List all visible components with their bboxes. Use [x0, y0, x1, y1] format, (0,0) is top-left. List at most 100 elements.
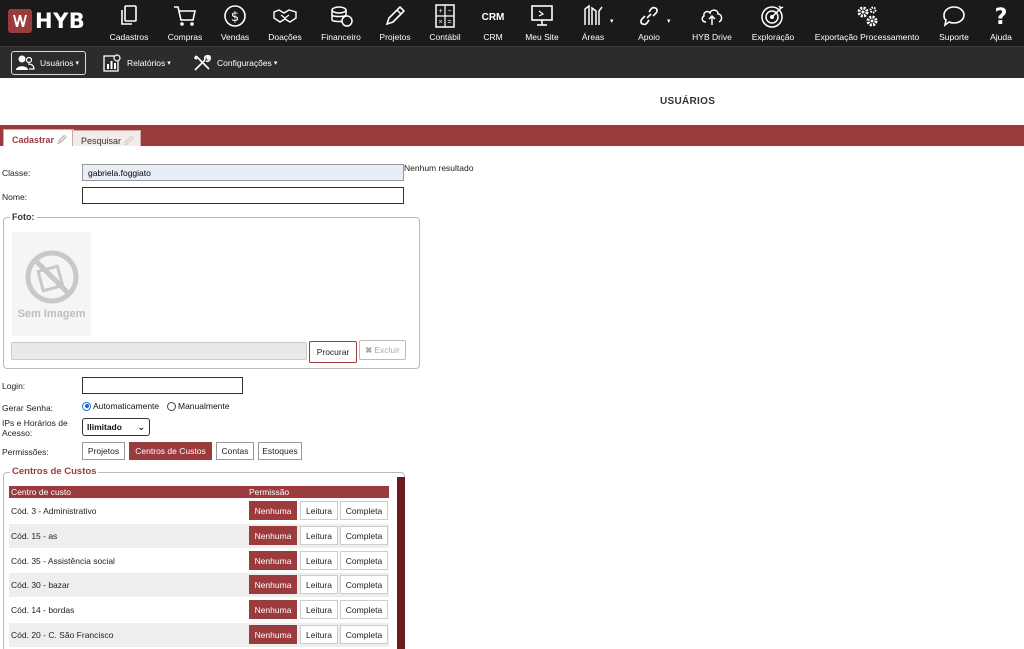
procurar-button[interactable]: Procurar: [309, 341, 357, 363]
login-input[interactable]: [82, 377, 243, 394]
page-title: USUÁRIOS: [660, 96, 716, 107]
svg-text:+: +: [438, 8, 442, 15]
tab-cadastrar[interactable]: Cadastrar 🖉: [3, 129, 74, 146]
no-image-icon: [25, 250, 79, 304]
perm-leitura-button[interactable]: Leitura: [300, 501, 338, 520]
perm-nenhuma-button[interactable]: Nenhuma: [249, 600, 297, 619]
cloud-upload-icon: [701, 9, 723, 25]
perm-leitura-button[interactable]: Leitura: [300, 625, 338, 644]
caret-down-icon: ▾: [167, 60, 171, 67]
users-icon: [16, 55, 35, 70]
foto-legend: Foto:: [10, 212, 37, 222]
svg-text:×: ×: [438, 19, 442, 26]
gerar-manual-radio[interactable]: [167, 401, 176, 411]
logo-text: HYB: [35, 9, 86, 33]
subnav-usuarios[interactable]: Usuários ▾: [11, 51, 87, 75]
table-row: Cód. 35 - Assistência social Nenhuma Lei…: [9, 549, 389, 573]
no-image-text: Sem Imagem: [17, 308, 86, 320]
svg-text:$: $: [231, 10, 239, 25]
hyb-logo-icon: [8, 9, 32, 33]
nav-crm[interactable]: CRM CRM: [476, 0, 510, 46]
pin-icon: 🖉: [124, 136, 134, 146]
nav-suporte[interactable]: Suporte: [936, 0, 972, 46]
copy-icon: [121, 5, 137, 25]
perm-completa-button[interactable]: Completa: [340, 625, 388, 644]
perm-nenhuma-button[interactable]: Nenhuma: [249, 575, 297, 594]
top-navbar: HYB Cadastros Compras $ Vendas Doações F…: [0, 0, 1024, 46]
nav-hyb-drive[interactable]: HYB Drive: [688, 0, 736, 46]
perm-nenhuma-button[interactable]: Nenhuma: [249, 551, 297, 570]
handshake-icon: [273, 9, 297, 23]
svg-text:?: ?: [995, 5, 1008, 29]
nav-meu-site[interactable]: Meu Site: [522, 0, 562, 46]
perm-leitura-button[interactable]: Leitura: [300, 551, 338, 570]
perm-completa-button[interactable]: Completa: [340, 600, 388, 619]
nav-compras[interactable]: Compras: [166, 0, 204, 46]
target-icon: [761, 5, 784, 28]
perm-completa-button[interactable]: Completa: [340, 526, 388, 545]
photo-placeholder: Sem Imagem: [12, 232, 91, 336]
file-path-field[interactable]: [11, 342, 307, 360]
cart-icon: [174, 6, 196, 26]
nav-contabil[interactable]: + − × = Contábil: [426, 0, 464, 46]
perm-leitura-button[interactable]: Leitura: [300, 575, 338, 594]
nav-ajuda[interactable]: ? Ajuda: [984, 0, 1018, 46]
calculator-icon: + −× =: [435, 4, 455, 28]
perm-completa-button[interactable]: Completa: [340, 575, 388, 594]
link-icon: [640, 6, 658, 26]
perm-tab-centros-de-custos[interactable]: Centros de Custos: [129, 442, 212, 460]
centros-scrollbar[interactable]: [397, 477, 405, 649]
table-row: Cód. 15 - as Nenhuma Leitura Completa: [9, 524, 389, 548]
report-icon: [103, 54, 121, 72]
perm-nenhuma-button[interactable]: Nenhuma: [249, 526, 297, 545]
sub-navbar: Usuários ▾ Relatórios ▾ Configurações ▾: [0, 46, 1024, 78]
classe-input[interactable]: [82, 164, 404, 181]
pencil-icon: [385, 5, 406, 26]
excluir-button[interactable]: ✖ Excluir: [359, 340, 406, 360]
classe-label: Classe:: [2, 168, 31, 178]
col-centro-header: Centro de custo: [11, 487, 72, 497]
chevron-down-icon: ⌄: [137, 421, 145, 432]
perm-leitura-button[interactable]: Leitura: [300, 600, 338, 619]
perm-nenhuma-button[interactable]: Nenhuma: [249, 501, 297, 520]
subnav-configuracoes[interactable]: Configurações ▾: [192, 51, 277, 75]
gerar-manual-option[interactable]: Manualmente: [167, 401, 230, 411]
nav-doacoes[interactable]: Doações: [266, 0, 304, 46]
pin-icon: 🖉: [57, 135, 67, 145]
ips-label: IPs e Horários de Acesso:: [2, 418, 68, 438]
perm-tab-projetos[interactable]: Projetos: [82, 442, 125, 460]
tools-icon: [193, 54, 211, 71]
perm-tab-estoques[interactable]: Estoques: [258, 442, 302, 460]
caret-down-icon: ▾: [273, 60, 278, 67]
perm-tab-contas[interactable]: Contas: [216, 442, 254, 460]
perm-completa-button[interactable]: Completa: [340, 551, 388, 570]
perm-completa-button[interactable]: Completa: [340, 501, 388, 520]
nav-cadastros[interactable]: Cadastros: [108, 0, 150, 46]
areas-icon: [584, 4, 603, 25]
perm-leitura-button[interactable]: Leitura: [300, 526, 338, 545]
nome-input[interactable]: [82, 187, 404, 204]
nav-areas[interactable]: Áreas: [576, 0, 610, 46]
table-row: Cód. 20 - C. São Francisco Nenhuma Leitu…: [9, 623, 389, 647]
svg-text:CRM: CRM: [482, 12, 505, 23]
caret-down-icon: ▾: [75, 60, 80, 67]
gerar-senha-label: Gerar Senha:: [2, 403, 54, 413]
gerar-auto-option[interactable]: Automaticamente: [82, 401, 159, 411]
hyb-logo[interactable]: HYB: [8, 9, 85, 33]
nav-apoio[interactable]: Apoio: [632, 0, 666, 46]
nav-projetos[interactable]: Projetos: [376, 0, 414, 46]
permissoes-label: Permissões:: [2, 447, 49, 457]
nav-exportacao-processamento[interactable]: Exportação Processamento: [810, 0, 924, 46]
tab-pesquisar[interactable]: Pesquisar 🖉: [72, 130, 141, 146]
nav-vendas[interactable]: $ Vendas: [218, 0, 252, 46]
table-row: Cód. 30 - bazar Nenhuma Leitura Completa: [9, 573, 389, 597]
nav-exploracao[interactable]: Exploração: [748, 0, 798, 46]
ips-select[interactable]: Ilimitado ⌄: [82, 418, 150, 436]
nome-label: Nome:: [2, 192, 28, 202]
perm-nenhuma-button[interactable]: Nenhuma: [249, 625, 297, 644]
subnav-relatorios[interactable]: Relatórios ▾: [102, 51, 171, 75]
question-icon: ?: [995, 5, 1008, 29]
gerar-auto-radio[interactable]: [82, 401, 91, 411]
nav-financeiro[interactable]: Financeiro: [318, 0, 364, 46]
svg-text:=: =: [447, 19, 451, 26]
